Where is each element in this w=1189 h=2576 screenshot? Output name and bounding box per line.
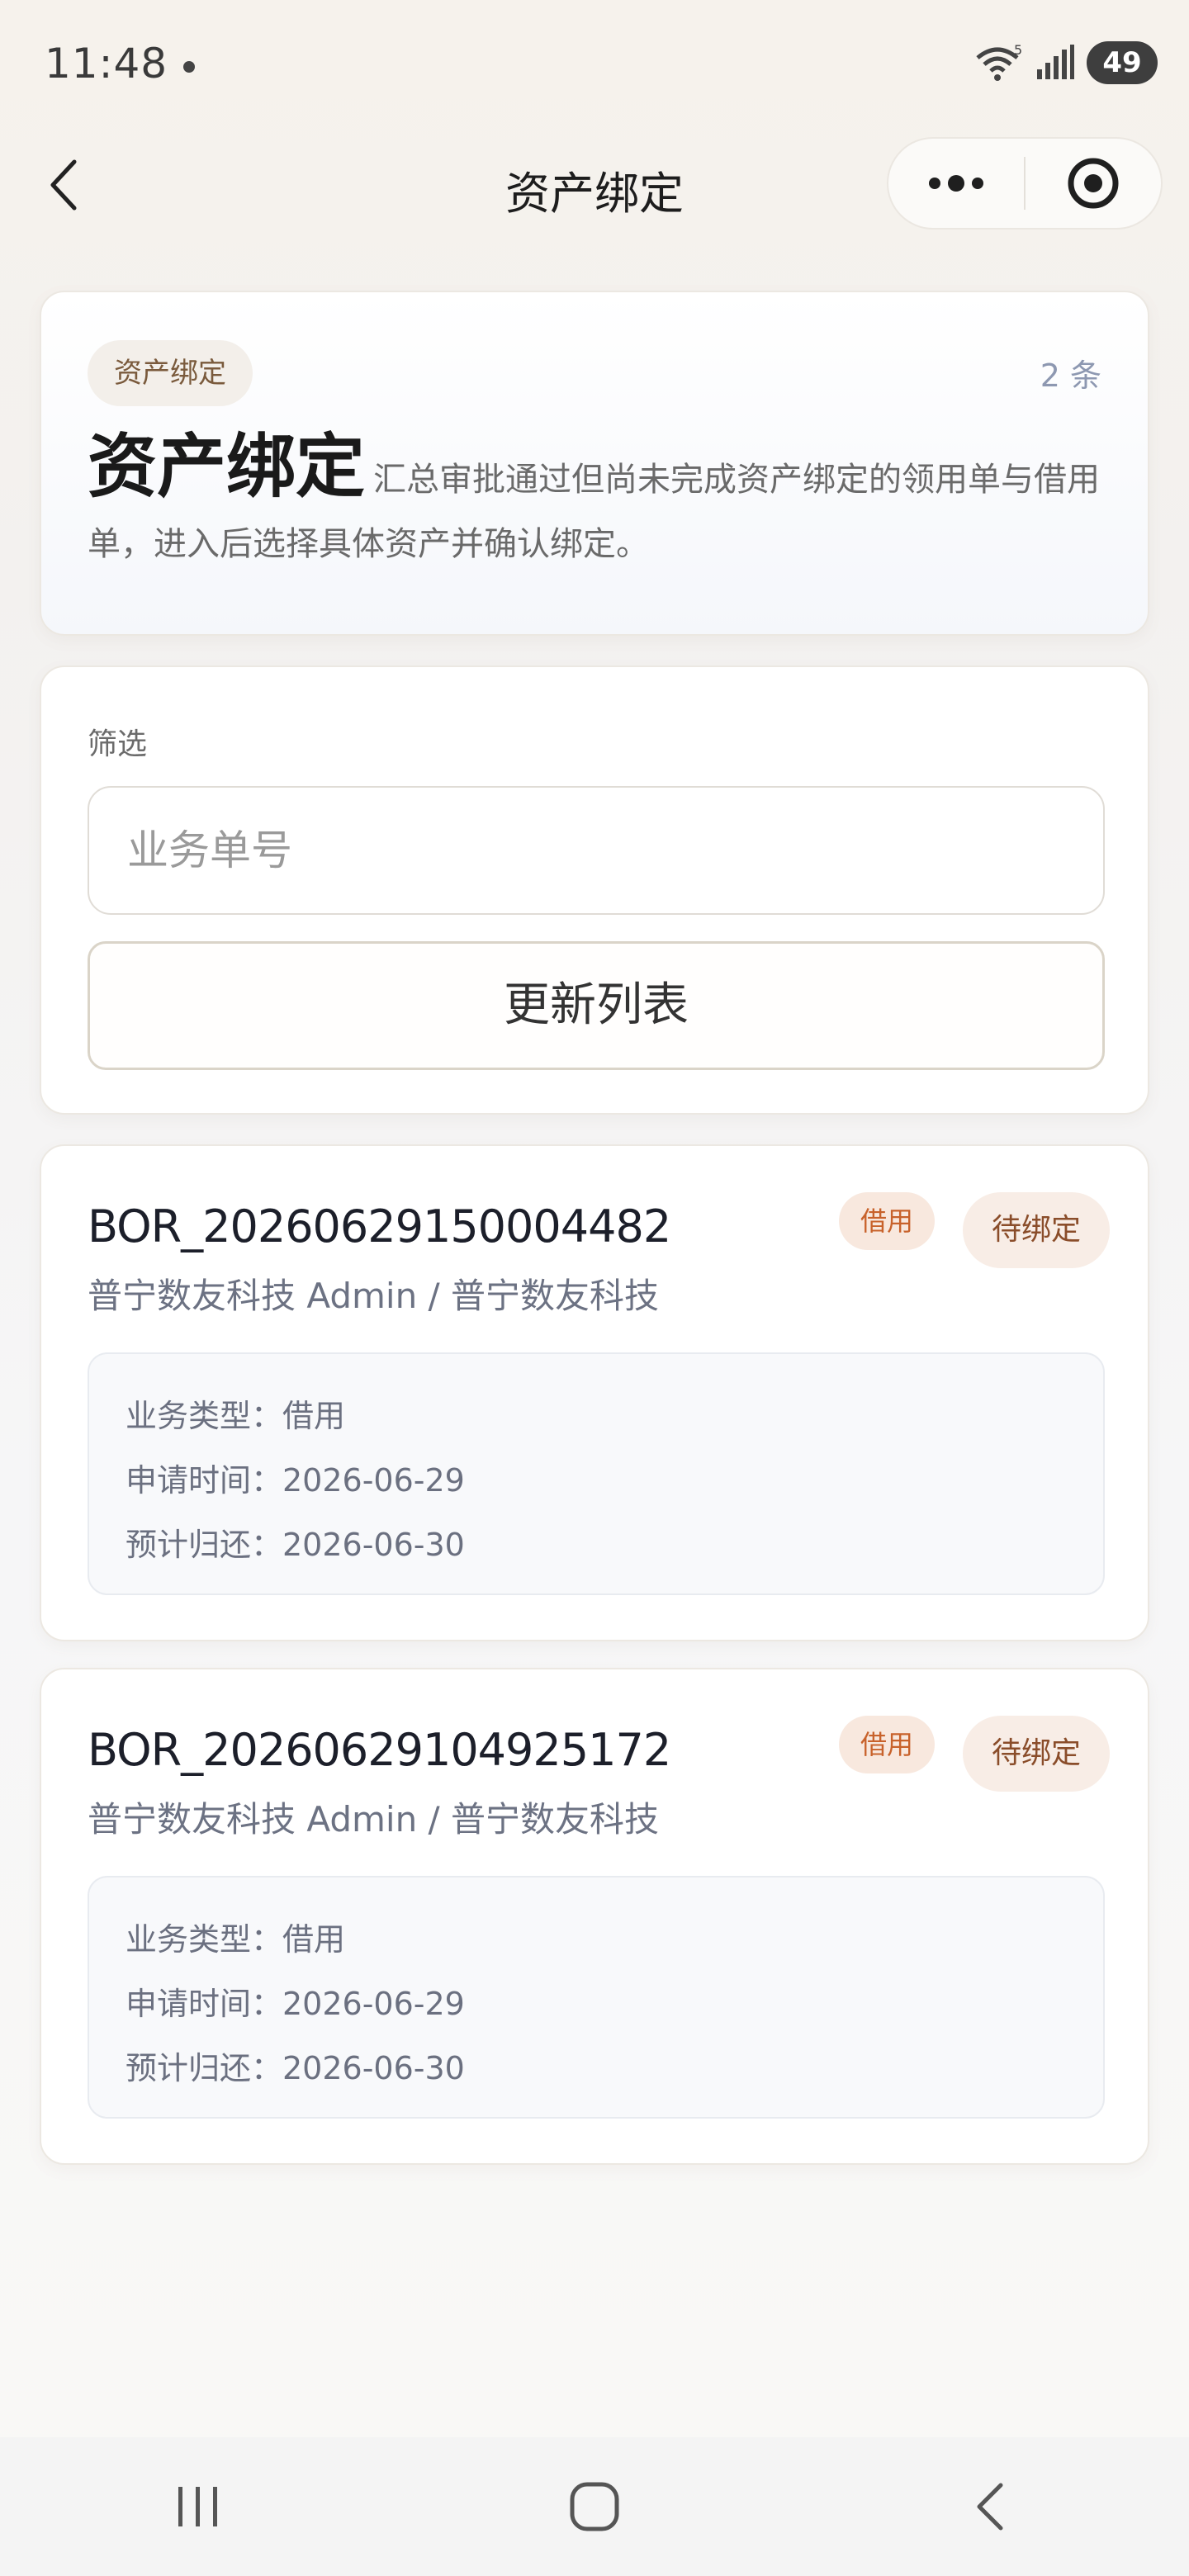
more-button[interactable] <box>888 139 1024 228</box>
record-id: BOR_20260629104925172 <box>88 1724 671 1776</box>
close-program-button[interactable] <box>1026 139 1161 228</box>
summary-title: 资产绑定 <box>88 426 366 507</box>
more-icon <box>929 175 983 192</box>
business-type: 业务类型：借用 <box>126 1921 346 1958</box>
refresh-list-button[interactable]: 更新列表 <box>88 941 1105 1070</box>
expected-return: 预计归还：2026-06-30 <box>126 2050 465 2086</box>
record-detail: 业务类型：借用 申请时间：2026-06-29 预计归还：2026-06-30 <box>88 1876 1105 2119</box>
order-number-input[interactable] <box>88 786 1105 915</box>
recent-apps-icon <box>178 2487 217 2526</box>
type-badge: 借用 <box>839 1716 935 1773</box>
battery-level: 49 <box>1102 46 1142 79</box>
record-id: BOR_20260629150004482 <box>88 1200 671 1252</box>
status-badge: 待绑定 <box>963 1192 1110 1268</box>
summary-card: 资产绑定 2 条 资产绑定 汇总审批通过但尚未完成资产绑定的领用单与借用单，进入后… <box>40 291 1149 636</box>
expected-return: 预计归还：2026-06-30 <box>126 1527 465 1563</box>
system-back-button[interactable] <box>908 2457 1073 2556</box>
back-icon <box>977 2483 1003 2531</box>
record-detail: 业务类型：借用 申请时间：2026-06-29 预计归还：2026-06-30 <box>88 1352 1105 1595</box>
business-type: 业务类型：借用 <box>126 1398 346 1434</box>
signal-icon <box>1037 45 1074 79</box>
wifi-icon: 5 <box>976 43 1022 81</box>
mini-program-capsule <box>887 137 1163 230</box>
filter-label: 筛选 <box>88 727 148 761</box>
record-org: 普宁数友科技 Admin / 普宁数友科技 <box>88 1276 660 1316</box>
system-nav-bar <box>0 2437 1189 2576</box>
apply-time: 申请时间：2026-06-29 <box>126 1986 465 2022</box>
apply-time: 申请时间：2026-06-29 <box>126 1462 465 1499</box>
home-button[interactable] <box>512 2457 677 2556</box>
filter-card: 筛选 更新列表 <box>40 665 1149 1115</box>
chevron-left-icon <box>50 159 77 211</box>
notification-dot <box>183 61 195 73</box>
status-time: 11:48 <box>45 40 168 88</box>
recent-apps-button[interactable] <box>116 2457 281 2556</box>
nav-bar: 资产绑定 <box>0 132 1189 239</box>
type-badge: 借用 <box>839 1192 935 1250</box>
status-bar: 11:48 5 49 <box>0 0 1189 132</box>
battery-icon: 49 <box>1087 41 1158 84</box>
summary-text: 资产绑定 汇总审批通过但尚未完成资产绑定的领用单与借用单，进入后选择具体资产并确认… <box>88 432 1111 576</box>
section-tag: 资产绑定 <box>88 340 253 406</box>
status-badge: 待绑定 <box>963 1716 1110 1792</box>
home-icon <box>570 2482 619 2531</box>
svg-text:5: 5 <box>1014 43 1022 58</box>
record-org: 普宁数友科技 Admin / 普宁数友科技 <box>88 1799 660 1840</box>
status-icons: 5 49 <box>974 41 1158 84</box>
target-icon <box>1068 158 1119 209</box>
record-card[interactable]: BOR_20260629150004482 借用 待绑定 普宁数友科技 Admi… <box>40 1144 1149 1641</box>
back-button[interactable] <box>35 155 94 215</box>
record-card[interactable]: BOR_20260629104925172 借用 待绑定 普宁数友科技 Admi… <box>40 1668 1149 2165</box>
record-count: 2 条 <box>1040 358 1101 394</box>
